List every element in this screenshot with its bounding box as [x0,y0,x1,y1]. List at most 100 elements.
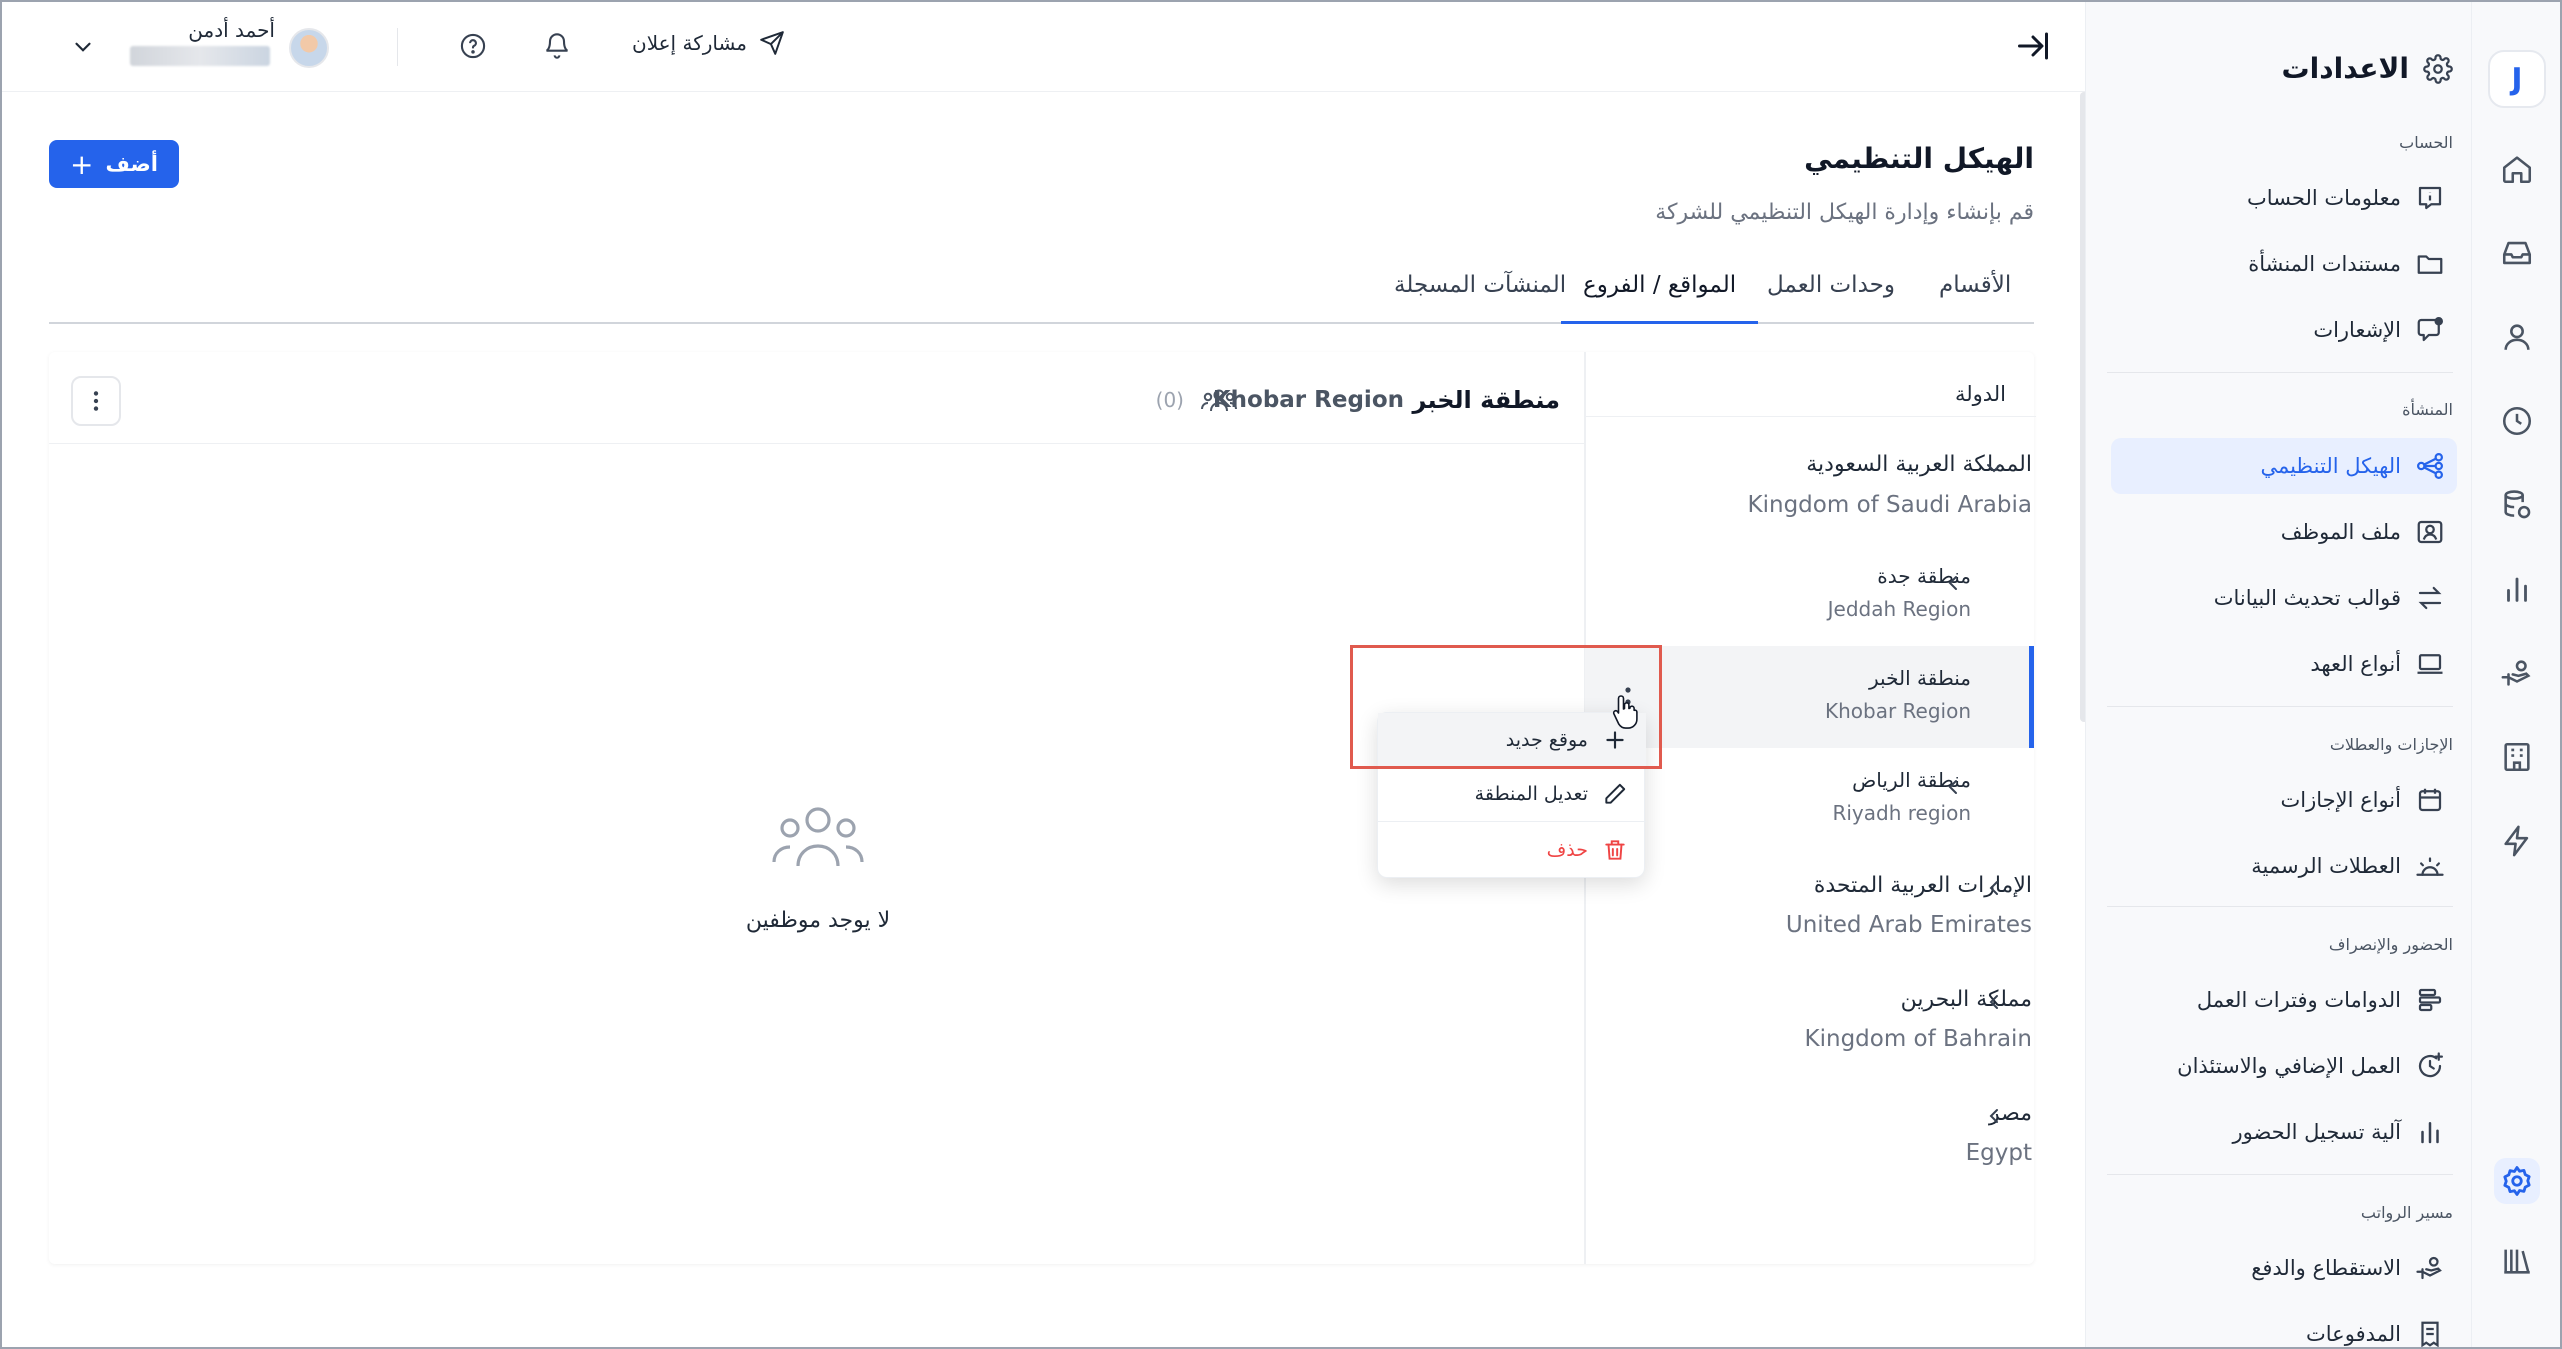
chevron-left-icon[interactable] [1982,1104,2006,1128]
sidebar-item-account-info[interactable]: معلومات الحساب [2111,170,2457,226]
sidebar-item-org-structure[interactable]: الهيكل التنظيمي [2111,438,2457,494]
sunrise-icon [2416,857,2444,876]
chevron-left-icon[interactable] [1982,876,2006,900]
sidebar-item-payments[interactable]: المدفوعات [2111,1306,2457,1349]
menu-delete-label: حذف [1546,839,1588,861]
tree-item-uae-en: United Arab Emirates [1785,912,2032,938]
group-attendance: الحضور والإنصراف [2328,935,2453,954]
sidebar-item-shifts[interactable]: الدوامات وفترات العمل [2111,972,2457,1028]
tab-work-units[interactable]: وحدات العمل [1767,272,1895,324]
chevron-left-icon[interactable] [1941,571,1965,595]
sidebar-item-overtime[interactable]: العمل الإضافي والاستئذان [2111,1038,2457,1094]
group-account: الحساب [2399,133,2453,152]
user-name: أحمد أدمن [188,18,275,42]
calendar-icon [2418,788,2442,812]
chevron-down-icon[interactable] [70,34,96,60]
sidebar-item-label: مستندات المنشأة [2248,252,2401,276]
arrows-swap-icon [2418,586,2442,610]
group-payroll: مسير الرواتب [2360,1203,2453,1222]
tab-registered-facilities[interactable]: المنشآت المسجلة [1394,272,1566,324]
trash-icon [1605,840,1625,860]
id-card-icon [2417,520,2443,544]
region-title-ar: منطقة الخبر [1412,386,1560,414]
clock-icon[interactable] [2494,398,2540,444]
sidebar-item-label: الهيكل التنظيمي [2260,454,2401,478]
more-options-button[interactable] [71,376,121,426]
plus-icon: + [70,147,94,181]
chevron-left-icon[interactable] [1982,990,2006,1014]
timeline-icon [2418,988,2442,1012]
menu-edit-region-label: تعديل المنطقة [1474,783,1588,805]
empty-state-text: لا يوجد موظفين [745,908,891,933]
add-button[interactable]: + أضف [49,140,179,188]
avatar[interactable] [289,28,329,68]
bell-icon[interactable] [543,32,571,60]
inbox-icon[interactable] [2494,230,2540,276]
user-icon[interactable] [2494,314,2540,360]
tabs: الأقسام وحدات العمل المواقع / الفروع الم… [49,258,2034,324]
region-title-en: Khobar Region [1212,387,1404,413]
hand-money-icon[interactable] [2494,650,2540,696]
chevron-left-icon[interactable] [1941,775,1965,799]
lightning-icon[interactable] [2494,818,2540,864]
tab-locations[interactable]: المواقع / الفروع [1561,272,1759,324]
menu-edit-region[interactable]: تعديل المنطقة [1378,767,1646,821]
home-icon[interactable] [2494,146,2540,192]
menu-new-location[interactable]: موقع جديد [1378,713,1646,767]
chat-bell-icon [2417,317,2443,342]
sidebar-item-facility-docs[interactable]: مستندات المنشأة [2111,236,2457,292]
sidebar-item-data-templates[interactable]: قوالب تحديث البيانات [2111,570,2457,626]
settings-sidebar: الاعدادات الحساب معلومات الحساب مستندات … [2085,0,2471,1349]
sidebar-item-custody-types[interactable]: أنواع العهد [2111,636,2457,692]
share-label: مشاركة إعلان [632,31,748,55]
sidebar-item-employee-file[interactable]: ملف الموظف [2111,504,2457,560]
tab-departments[interactable]: الأقسام [1939,272,2011,324]
building-icon[interactable] [2494,734,2540,780]
settings-title: الاعدادات [2281,52,2409,85]
chevron-down-icon[interactable] [1982,456,2006,480]
analytics-icon[interactable] [2494,566,2540,612]
tree-item-riyadh-en: Riyadh region [1832,801,1971,825]
sidebar-item-label: معلومات الحساب [2247,186,2401,210]
database-icon[interactable] [2494,482,2540,528]
sidebar-item-label: الدوامات وفترات العمل [2196,988,2401,1012]
divider [2107,906,2453,907]
settings-gear-icon[interactable] [2494,1158,2540,1204]
sidebar-item-label: الاستقطاع والدفع [2251,1256,2401,1280]
tree-item-khobar-selected[interactable] [1585,646,2034,748]
sidebar-item-label: المدفوعات [2306,1322,2401,1346]
help-icon[interactable] [459,32,487,60]
hand-coins-icon [2416,1256,2442,1280]
info-icon [2418,186,2442,210]
add-button-label: أضف [105,152,158,176]
library-icon[interactable] [2494,1238,2540,1284]
divider [1586,416,2036,417]
group-leaves: الإجازات والعطلات [2329,735,2453,754]
page-description: قم بإنشاء وإدارة الهيكل التنظيمي للشركة [1655,200,2034,225]
collapse-sidebar-icon[interactable] [2015,28,2051,64]
divider [397,28,398,66]
tree-item-bahrain-ar[interactable]: مملكة البحرين [1901,987,2032,1012]
sidebar-item-holidays[interactable]: العطلات الرسمية [2111,838,2457,894]
divider [2107,1174,2453,1175]
divider [2107,706,2453,707]
menu-delete[interactable]: حذف [1378,823,1646,877]
sidebar-item-label: ملف الموظف [2280,520,2401,544]
region-context-menu: موقع جديد تعديل المنطقة حذف [1377,712,1646,878]
share-announcement-button[interactable]: مشاركة إعلان [632,30,785,56]
folder-icon [2417,255,2443,274]
sidebar-item-deductions[interactable]: الاستقطاع والدفع [2111,1240,2457,1296]
divider [1378,821,1646,822]
tree-item-jeddah-en: Jeddah Region [1827,597,1971,621]
settings-header: الاعدادات [2282,52,2453,85]
app-logo[interactable]: J [2488,50,2546,108]
tree-item-khobar-ar[interactable]: منطقة الخبر [1869,666,1971,690]
sidebar-item-leave-types[interactable]: أنواع الإجازات [2111,772,2457,828]
bar-chart-icon [2421,1122,2439,1144]
hierarchy-icon [2417,453,2443,479]
sidebar-item-attendance-mechanism[interactable]: آلية تسجيل الحضور [2111,1104,2457,1160]
tree-header: الدولة [1954,382,2006,406]
laptop-icon [2417,654,2443,674]
sidebar-item-notifications[interactable]: الإشعارات [2111,302,2457,358]
app-rail: J [2471,0,2562,1349]
